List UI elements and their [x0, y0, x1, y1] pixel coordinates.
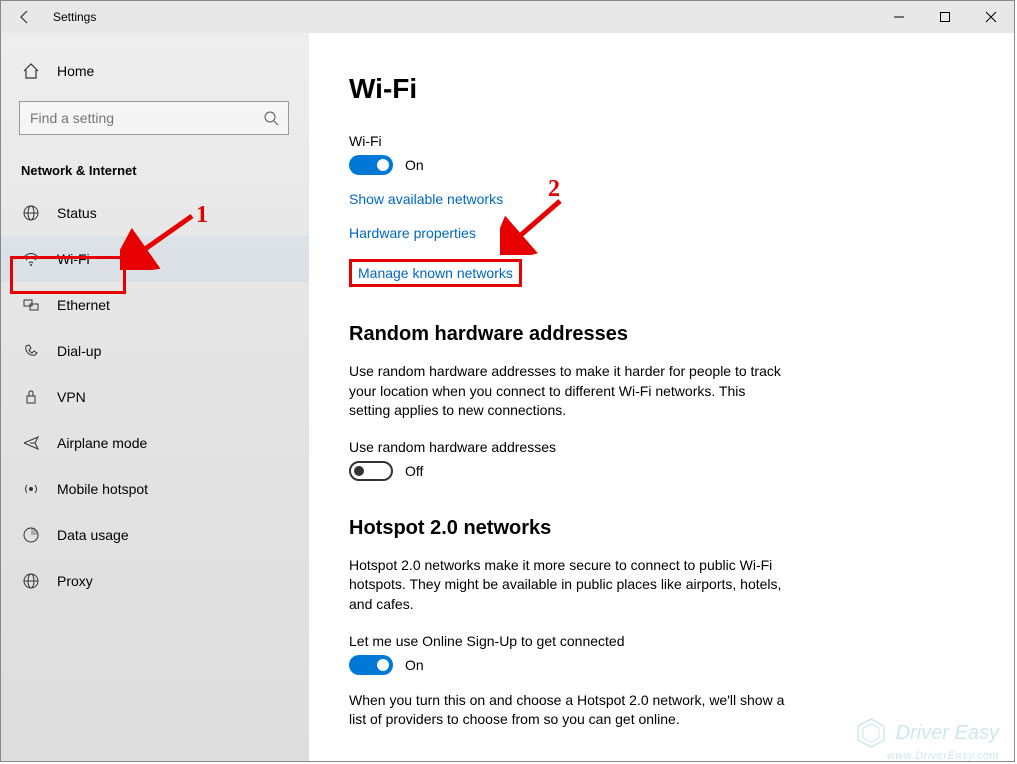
main-content: Wi-Fi Wi-Fi On Show available networks H…	[309, 33, 1014, 761]
annotation-box-2: Manage known networks	[349, 259, 522, 287]
sidebar-item-status[interactable]: Status	[1, 190, 309, 236]
window-title: Settings	[53, 10, 96, 24]
search-icon	[254, 110, 288, 126]
sidebar-item-airplane[interactable]: Airplane mode	[1, 420, 309, 466]
hotspot-desc: Hotspot 2.0 networks make it more secure…	[349, 556, 789, 615]
sidebar-item-hotspot[interactable]: Mobile hotspot	[1, 466, 309, 512]
hotspot-state: On	[405, 657, 424, 673]
sidebar-item-label: Wi-Fi	[57, 251, 90, 267]
sidebar-item-label: Ethernet	[57, 297, 110, 313]
home-icon	[21, 61, 41, 81]
status-icon	[21, 203, 41, 223]
hotspot-toggle[interactable]	[349, 655, 393, 675]
hotspot-title: Hotspot 2.0 networks	[349, 517, 974, 540]
random-addresses-title: Random hardware addresses	[349, 323, 974, 346]
hotspot-icon	[21, 479, 41, 499]
sidebar-item-wifi[interactable]: Wi-Fi	[1, 236, 309, 282]
datausage-icon	[21, 525, 41, 545]
random-state: Off	[405, 463, 423, 479]
home-label: Home	[57, 63, 94, 79]
sidebar-item-dialup[interactable]: Dial-up	[1, 328, 309, 374]
ethernet-icon	[21, 295, 41, 315]
search-input[interactable]	[20, 110, 254, 126]
sidebar-item-label: Airplane mode	[57, 435, 147, 451]
sidebar-item-label: Proxy	[57, 573, 93, 589]
sidebar-item-label: Dial-up	[57, 343, 101, 359]
link-hardware-properties[interactable]: Hardware properties	[349, 225, 476, 241]
minimize-button[interactable]	[876, 1, 922, 33]
sidebar-item-label: Data usage	[57, 527, 129, 543]
hotspot-footer: When you turn this on and choose a Hotsp…	[349, 691, 789, 730]
airplane-icon	[21, 433, 41, 453]
close-button[interactable]	[968, 1, 1014, 33]
dialup-icon	[21, 341, 41, 361]
vpn-icon	[21, 387, 41, 407]
random-addresses-desc: Use random hardware addresses to make it…	[349, 362, 789, 421]
maximize-button[interactable]	[922, 1, 968, 33]
sidebar-item-proxy[interactable]: Proxy	[1, 558, 309, 604]
hotspot-toggle-label: Let me use Online Sign-Up to get connect…	[349, 633, 974, 649]
page-title: Wi-Fi	[349, 73, 974, 105]
sidebar-item-label: Status	[57, 205, 97, 221]
link-available-networks[interactable]: Show available networks	[349, 191, 503, 207]
sidebar-item-vpn[interactable]: VPN	[1, 374, 309, 420]
sidebar-item-label: Mobile hotspot	[57, 481, 148, 497]
sidebar-item-datausage[interactable]: Data usage	[1, 512, 309, 558]
random-toggle-label: Use random hardware addresses	[349, 439, 974, 455]
random-addresses-toggle[interactable]	[349, 461, 393, 481]
search-box[interactable]	[19, 101, 289, 135]
wifi-icon	[21, 249, 41, 269]
wifi-section-label: Wi-Fi	[349, 133, 974, 149]
sidebar: Home Network & Internet Status	[1, 33, 309, 761]
sidebar-item-label: VPN	[57, 389, 86, 405]
proxy-icon	[21, 571, 41, 591]
home-link[interactable]: Home	[1, 51, 309, 91]
back-button[interactable]	[1, 1, 49, 33]
link-manage-networks[interactable]: Manage known networks	[358, 265, 513, 281]
titlebar: Settings	[1, 1, 1014, 33]
wifi-state: On	[405, 157, 424, 173]
wifi-toggle[interactable]	[349, 155, 393, 175]
category-title: Network & Internet	[1, 145, 309, 190]
sidebar-item-ethernet[interactable]: Ethernet	[1, 282, 309, 328]
